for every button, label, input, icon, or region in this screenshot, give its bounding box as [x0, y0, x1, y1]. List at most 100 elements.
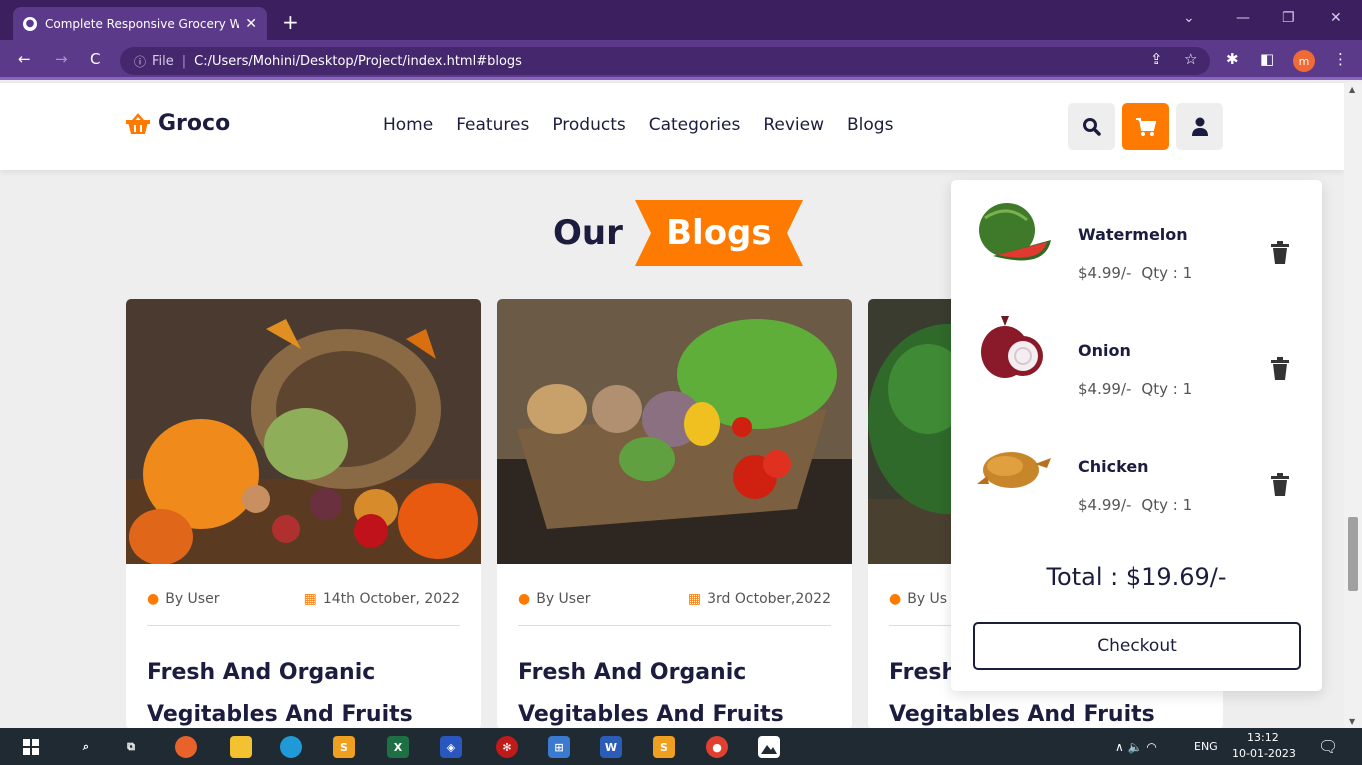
- share-icon[interactable]: ⇪: [1150, 50, 1163, 68]
- nav-home[interactable]: Home: [383, 115, 433, 135]
- edge-icon[interactable]: [280, 736, 302, 758]
- trash-icon[interactable]: [1270, 357, 1290, 381]
- blog-title[interactable]: Fresh And Organic Vegitables And Fruits: [518, 652, 831, 729]
- back-icon[interactable]: ←: [18, 50, 31, 68]
- new-tab-button[interactable]: +: [282, 10, 299, 34]
- blog-date: ▦ 14th October, 2022: [304, 591, 460, 607]
- blog-date: ▦ 3rd October,2022: [688, 591, 831, 607]
- cart-item-qty: Qty : 1: [1141, 264, 1193, 282]
- blog-meta: ● By User ▦ 14th October, 2022: [147, 591, 460, 626]
- minimize-button[interactable]: —: [1236, 10, 1250, 26]
- globe-icon: ●: [23, 16, 37, 31]
- tab-search-icon[interactable]: ⌄: [1183, 10, 1195, 26]
- checkout-button[interactable]: Checkout: [973, 622, 1301, 670]
- author-label: By User: [165, 591, 220, 607]
- language-indicator[interactable]: ENG: [1194, 740, 1218, 753]
- excel-icon[interactable]: X: [387, 736, 409, 758]
- nav-products[interactable]: Products: [552, 115, 625, 135]
- browser-tab[interactable]: ● Complete Responsive Grocery W ✕: [13, 7, 267, 40]
- menu-kebab-icon[interactable]: ⋮: [1333, 50, 1348, 68]
- date-label: 3rd October,2022: [707, 591, 831, 607]
- user-icon: ●: [147, 591, 160, 607]
- url-field[interactable]: ⓘ File | C:/Users/Mohini/Desktop/Project…: [120, 47, 1210, 75]
- nav-categories[interactable]: Categories: [649, 115, 741, 135]
- section-heading: Our Blogs: [553, 200, 803, 266]
- cart-item-qty: Qty : 1: [1141, 496, 1193, 514]
- close-window-button[interactable]: ✕: [1330, 10, 1342, 26]
- url-separator: |: [181, 53, 187, 69]
- logo[interactable]: Groco: [124, 111, 230, 136]
- nav-blogs[interactable]: Blogs: [847, 115, 893, 135]
- clock-time[interactable]: 13:12: [1247, 731, 1279, 744]
- notification-icon[interactable]: 🗨: [1318, 737, 1338, 756]
- search-button[interactable]: [1068, 103, 1115, 150]
- cart-button[interactable]: [1122, 103, 1169, 150]
- sublime-text-icon[interactable]: S: [333, 736, 355, 758]
- file-explorer-icon[interactable]: [230, 736, 252, 758]
- heading-second-word: Blogs: [666, 213, 772, 253]
- page-scrollbar[interactable]: ▲ ▼: [1344, 83, 1362, 728]
- browser-tab-strip: ● Complete Responsive Grocery W ✕ + ⌄ — …: [0, 0, 1362, 40]
- reload-icon[interactable]: C: [90, 50, 100, 68]
- shopping-cart-panel: Watermelon $4.99/- Qty : 1 Onion $4.99/- Q…: [951, 180, 1322, 691]
- user-button[interactable]: [1176, 103, 1223, 150]
- forward-icon[interactable]: →: [55, 50, 68, 68]
- blog-card: ● By User ▦ 14th October, 2022 Fresh And O…: [126, 299, 481, 729]
- blog-title[interactable]: Fresh And Organic Vegitables And Fruits: [147, 652, 460, 729]
- cart-item-qty: Qty : 1: [1141, 380, 1193, 398]
- photos-icon[interactable]: [758, 736, 780, 758]
- logo-text: Groco: [158, 111, 231, 136]
- remote-desktop-icon[interactable]: ⊞: [548, 736, 570, 758]
- maximize-button[interactable]: ❐: [1282, 10, 1295, 26]
- user-icon: ●: [889, 591, 902, 607]
- close-tab-icon[interactable]: ✕: [245, 16, 257, 32]
- blog-title-line-1: Fresh And Organic: [147, 660, 376, 685]
- scrollbar-thumb[interactable]: [1348, 517, 1358, 591]
- blog-author: ● By Us: [889, 591, 947, 607]
- trash-icon[interactable]: [1270, 241, 1290, 265]
- security-icon[interactable]: ◈: [440, 736, 462, 758]
- tab-title: Complete Responsive Grocery W: [45, 16, 240, 31]
- firefox-icon[interactable]: [175, 736, 197, 758]
- nav-features[interactable]: Features: [456, 115, 529, 135]
- blog-card: ● By User ▦ 3rd October,2022 Fresh And Org…: [497, 299, 852, 729]
- user-icon: ●: [518, 591, 531, 607]
- date-label: 14th October, 2022: [322, 591, 460, 607]
- nav-review[interactable]: Review: [763, 115, 824, 135]
- trash-icon[interactable]: [1270, 473, 1290, 497]
- blog-title-line-1: Fresh And Organic: [518, 660, 747, 685]
- side-panel-icon[interactable]: ◧: [1260, 50, 1274, 68]
- url-scheme-label: File: [152, 53, 174, 69]
- cart-item-price: $4.99/-: [1078, 496, 1132, 514]
- clock-date[interactable]: 10-01-2023: [1232, 747, 1296, 760]
- word-icon[interactable]: W: [600, 736, 622, 758]
- blog-image-vegetable-basket: [497, 299, 852, 564]
- basket-icon: [126, 112, 150, 134]
- app-icon[interactable]: ✻: [496, 736, 518, 758]
- extensions-icon[interactable]: ✱: [1226, 50, 1239, 68]
- info-icon[interactable]: ⓘ: [134, 53, 146, 70]
- watermelon-image: [979, 203, 1051, 261]
- cart-item: Chicken $4.99/- Qty : 1: [951, 412, 1322, 514]
- cart-total: Total : $19.69/-: [1046, 563, 1227, 591]
- windows-start-icon[interactable]: [20, 736, 42, 758]
- sublime-text-2-icon[interactable]: S: [653, 736, 675, 758]
- cart-item-price-row: $4.99/- Qty : 1: [1078, 264, 1192, 282]
- site-header: Groco Home Features Products Categories …: [0, 83, 1344, 170]
- chrome-icon[interactable]: ●: [706, 736, 728, 758]
- system-tray-icons[interactable]: ∧ 🔈 ◠: [1115, 740, 1157, 754]
- author-label: By Us: [907, 591, 948, 607]
- heading-first-word: Our: [553, 213, 623, 253]
- task-view-icon[interactable]: ⧉: [120, 736, 142, 758]
- chicken-image: [977, 452, 1051, 488]
- search-icon[interactable]: ⌕: [75, 736, 97, 758]
- profile-avatar[interactable]: m: [1293, 50, 1315, 72]
- bookmark-star-icon[interactable]: ☆: [1184, 50, 1197, 68]
- cart-item: Watermelon $4.99/- Qty : 1: [951, 180, 1322, 282]
- scroll-down-icon[interactable]: ▼: [1349, 717, 1355, 726]
- cart-item-price: $4.99/-: [1078, 380, 1132, 398]
- blog-meta: ● By User ▦ 3rd October,2022: [518, 591, 831, 626]
- scroll-up-icon[interactable]: ▲: [1349, 85, 1355, 94]
- cart-icon: [1135, 117, 1156, 136]
- cart-item-price-row: $4.99/- Qty : 1: [1078, 380, 1192, 398]
